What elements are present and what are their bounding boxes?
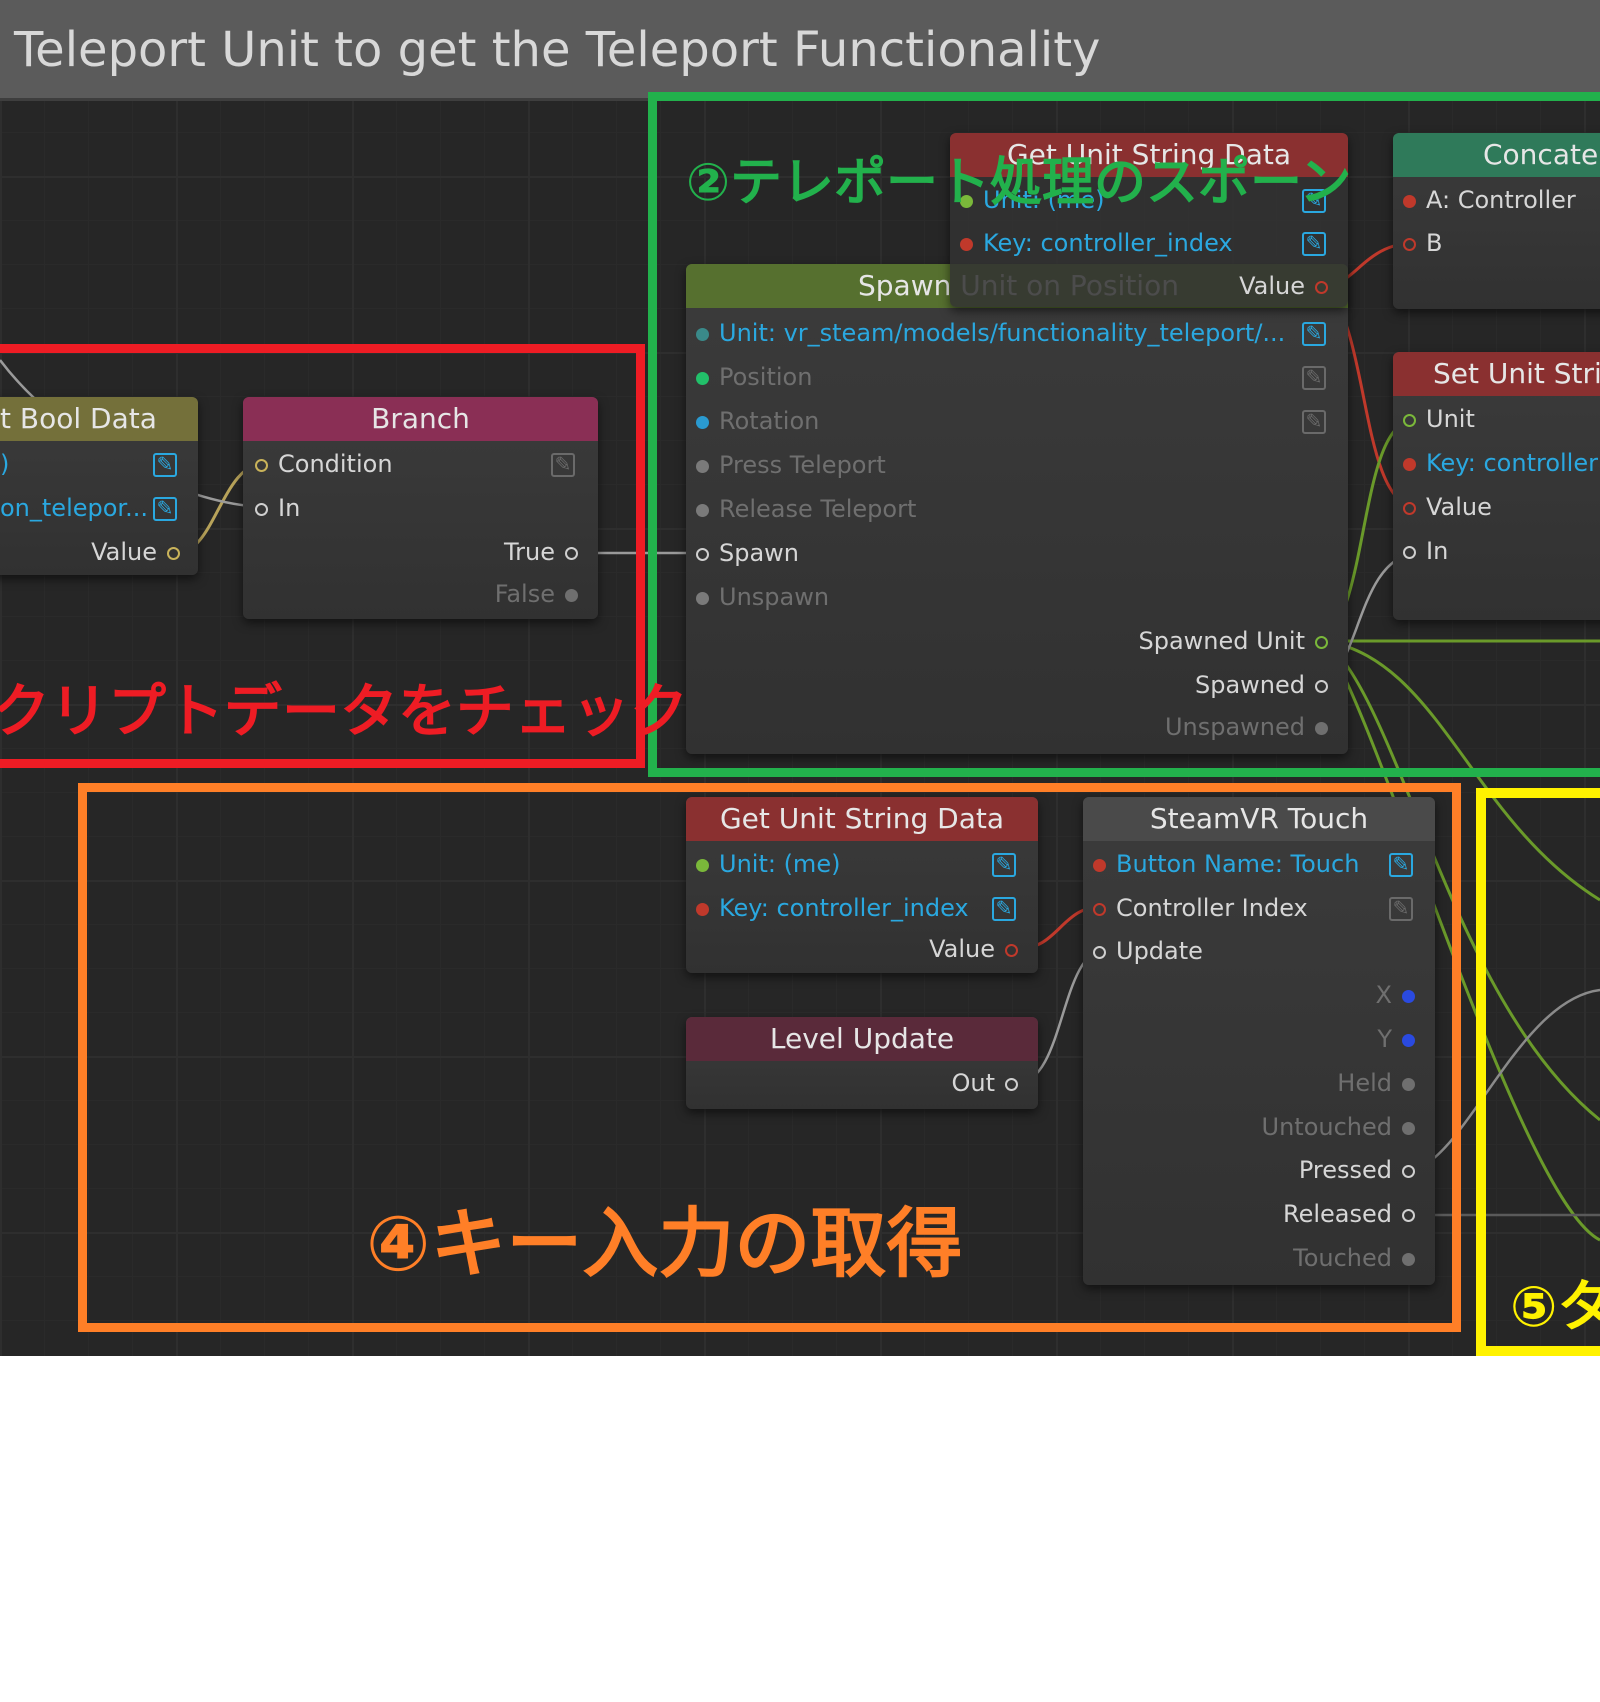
flow-graph-canvas[interactable]: Teleport Unit to get the Teleport Functi… (0, 0, 1600, 1356)
red-annotation-label: クリプトデータをチェック (0, 677, 689, 745)
yellow-annotation-label: ⑤タ (1510, 1275, 1600, 1340)
orange-annotation-label: ④キー入力の取得 (366, 1199, 963, 1288)
green-annotation-label: ②テレポート処理のスポーン (686, 153, 1352, 213)
